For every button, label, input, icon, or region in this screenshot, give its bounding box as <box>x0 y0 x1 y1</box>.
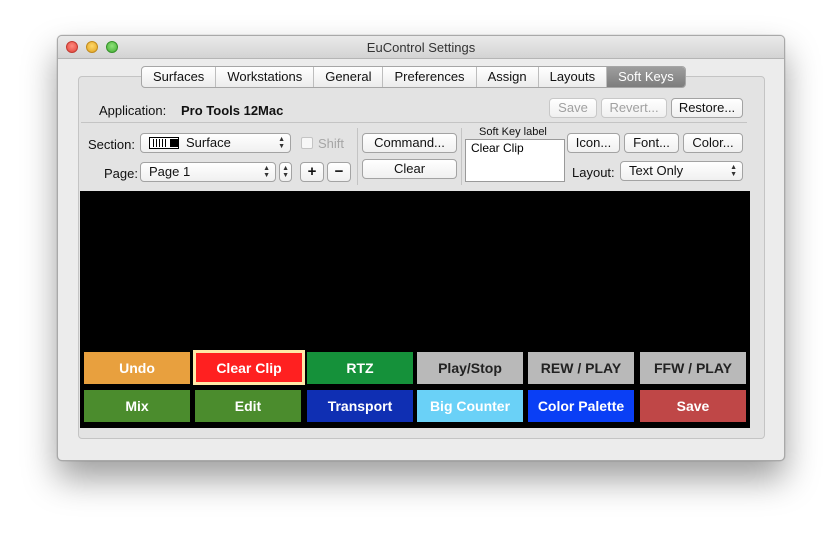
window-title: EuControl Settings <box>366 40 476 55</box>
layout-value: Text Only <box>629 163 684 178</box>
soft-key-rtz[interactable]: RTZ <box>307 352 413 384</box>
color-button[interactable]: Color... <box>683 133 743 153</box>
layout-select[interactable]: Text Only ▲ ▼ <box>620 161 743 181</box>
chevron-updown-icon: ▲ ▼ <box>730 164 737 178</box>
soft-key-label-caption: Soft Key label <box>479 126 547 138</box>
chevron-updown-icon: ▲ ▼ <box>278 136 285 150</box>
tab-bar: Surfaces Workstations General Preference… <box>141 66 686 88</box>
title-bar[interactable]: EuControl Settings <box>58 36 784 59</box>
command-button[interactable]: Command... <box>362 133 457 153</box>
font-button[interactable]: Font... <box>624 133 679 153</box>
restore-button[interactable]: Restore... <box>671 98 743 118</box>
soft-key-color-palette[interactable]: Color Palette <box>528 390 634 422</box>
soft-key-label-field[interactable]: Clear Clip <box>465 139 565 182</box>
tab-workstations[interactable]: Workstations <box>216 67 315 87</box>
soft-key-edit[interactable]: Edit <box>195 390 301 422</box>
section-label: Section: <box>88 137 135 152</box>
soft-key-transport[interactable]: Transport <box>307 390 413 422</box>
shift-label: Shift <box>318 136 345 151</box>
soft-key-play-stop[interactable]: Play/Stop <box>417 352 523 384</box>
section-select[interactable]: Surface ▲ ▼ <box>140 133 291 153</box>
label-divider <box>461 128 462 185</box>
page-select[interactable]: Page 1 ▲ ▼ <box>140 162 276 182</box>
tab-preferences[interactable]: Preferences <box>383 67 477 87</box>
soft-key-save[interactable]: Save <box>640 390 746 422</box>
soft-key-undo[interactable]: Undo <box>84 352 190 384</box>
soft-key-clear-clip[interactable]: Clear Clip <box>193 350 305 385</box>
page-label: Page: <box>104 166 138 181</box>
surface-icon <box>149 137 179 149</box>
header-divider <box>81 122 747 123</box>
layout-label: Layout: <box>572 165 615 180</box>
application-label: Application: <box>99 103 167 118</box>
section-divider <box>357 128 358 185</box>
stepper-arrows-icon: ▲ ▼ <box>282 165 289 179</box>
tab-general[interactable]: General <box>314 67 384 87</box>
remove-page-button[interactable]: − <box>327 162 351 182</box>
application-value: Pro Tools 12Mac <box>181 103 284 118</box>
section-value: Surface <box>186 135 231 150</box>
soft-key-rew-play[interactable]: REW / PLAY <box>528 352 634 384</box>
soft-key-big-counter[interactable]: Big Counter <box>417 390 523 422</box>
soft-key-ffw-play[interactable]: FFW / PLAY <box>640 352 746 384</box>
add-page-button[interactable]: + <box>300 162 324 182</box>
save-button[interactable]: Save <box>549 98 597 118</box>
chevron-updown-icon: ▲ ▼ <box>263 165 270 179</box>
icon-button[interactable]: Icon... <box>567 133 620 153</box>
shift-checkbox[interactable] <box>301 137 313 149</box>
clear-button[interactable]: Clear <box>362 159 457 179</box>
revert-button[interactable]: Revert... <box>601 98 667 118</box>
page-stepper[interactable]: ▲ ▼ <box>279 162 292 182</box>
tab-layouts[interactable]: Layouts <box>539 67 608 87</box>
tab-soft-keys[interactable]: Soft Keys <box>607 67 685 87</box>
tab-assign[interactable]: Assign <box>477 67 539 87</box>
page-value: Page 1 <box>149 164 191 179</box>
tab-surfaces[interactable]: Surfaces <box>142 67 217 87</box>
soft-key-mix[interactable]: Mix <box>84 390 190 422</box>
